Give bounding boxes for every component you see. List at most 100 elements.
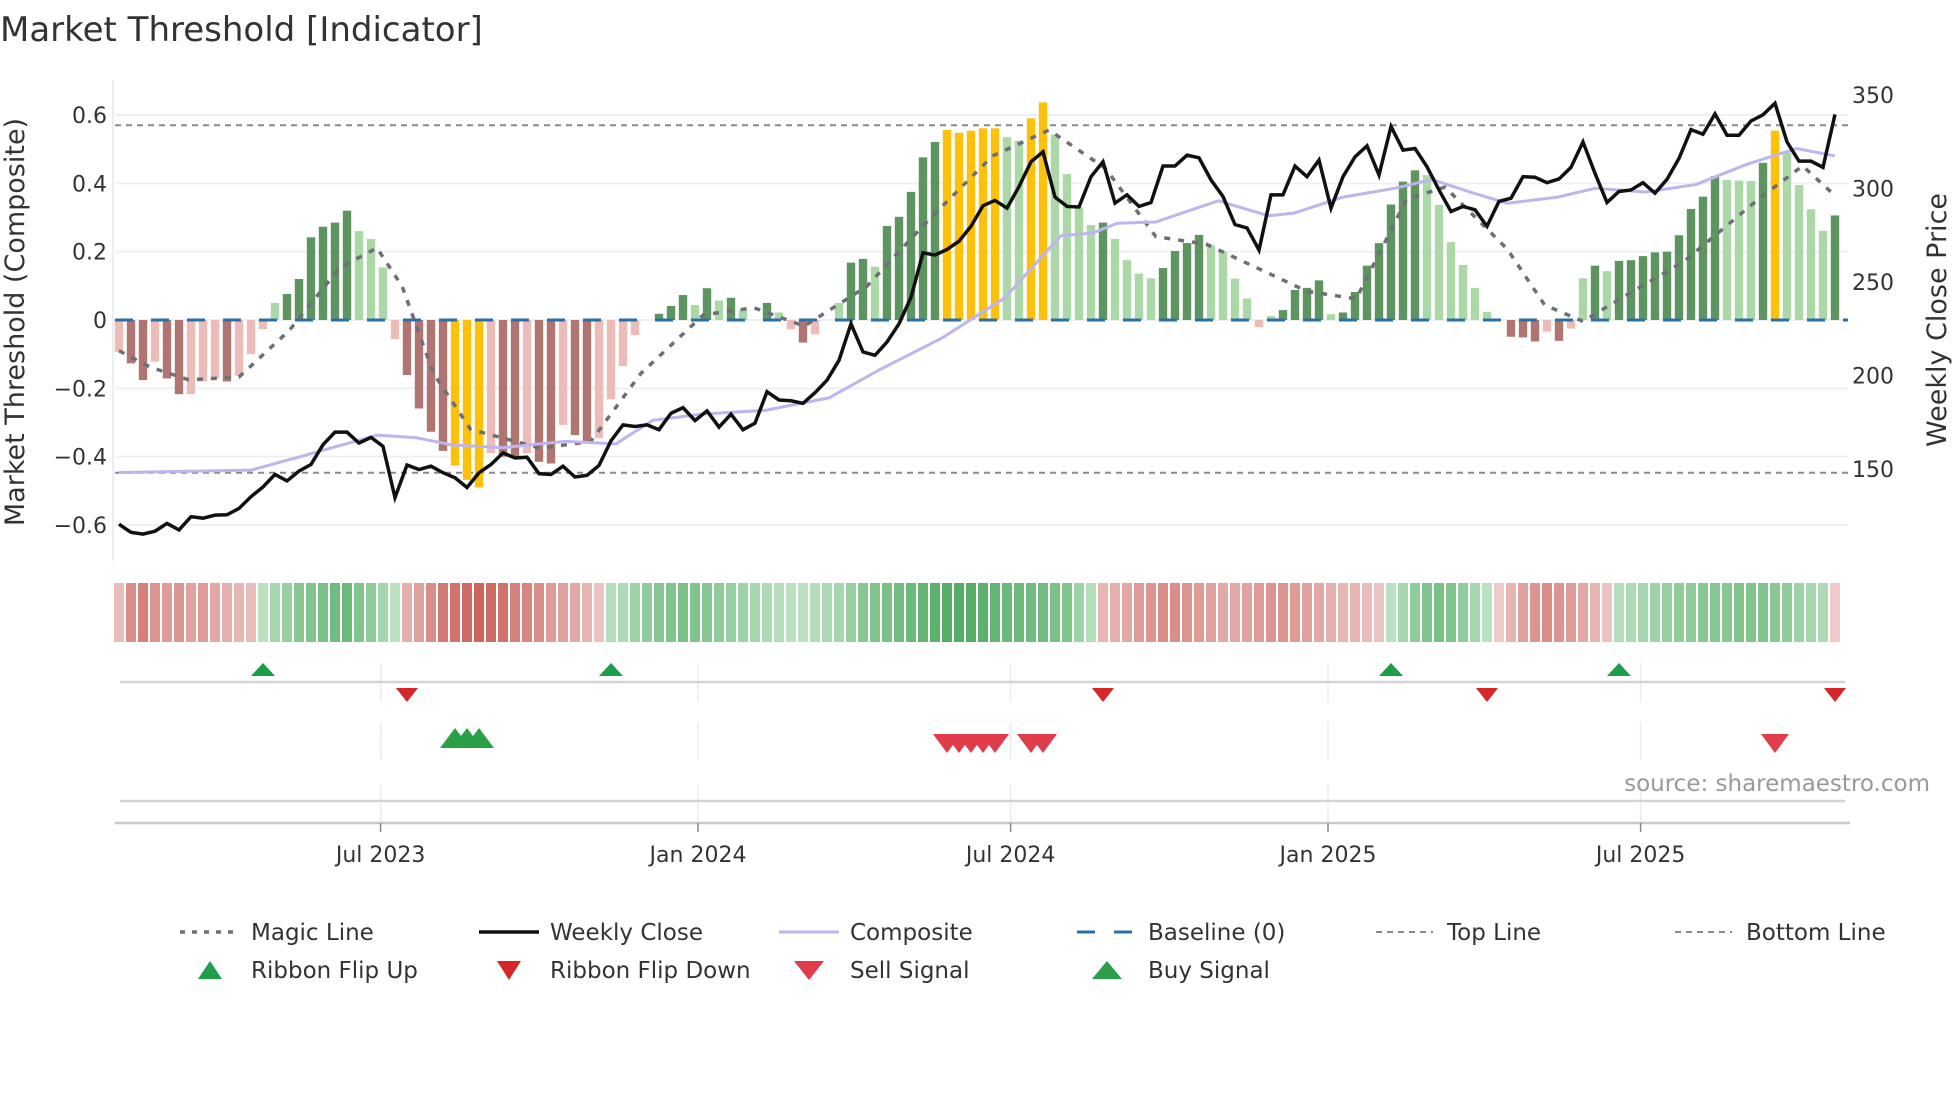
ribbon-cell [222,583,232,642]
composite-bar [1554,320,1564,341]
legend-label: Weekly Close [550,920,703,946]
legend-item: Ribbon Flip Down [497,958,751,984]
ribbon-cell [126,583,136,642]
ribbon-cell [1710,583,1720,642]
composite-bar [1518,320,1528,338]
ribbon-cell [198,583,208,642]
ribbon-cell [282,583,292,642]
ribbon-cell [978,583,988,642]
ribbon-cell [1110,583,1120,642]
composite-bar [570,320,580,436]
ribbon-cell [1074,583,1084,642]
legend: Magic Line Weekly Close Composite Baseline … [180,920,1886,984]
composite-bar [282,294,292,320]
x-axis-ticks: Jul 2023 Jan 2024 Jul 2024 Jan 2025 Jul 2025 [334,823,1685,868]
ribbon-flip-down-marker [1476,688,1498,702]
ribbon-cell [354,583,364,642]
ribbon-cell [990,583,1000,642]
composite-bar [498,320,508,457]
composite-bars [114,102,1840,488]
ribbon-cell [426,583,436,642]
ribbon-cell [1602,583,1612,642]
ribbon-cell [654,583,664,642]
right-tick-label: 300 [1852,177,1894,202]
ribbon-cell [1338,583,1348,642]
ribbon-cell [1098,583,1108,642]
legend-swatch-flip-down [497,961,521,980]
composite-bar [1230,278,1240,320]
ribbon-cell [1254,583,1264,642]
composite-bar [1410,170,1420,320]
magic-line [118,128,1837,450]
right-tick-label: 350 [1852,84,1894,109]
legend-item: Buy Signal [1092,958,1270,984]
right-tick-label: 200 [1852,364,1894,389]
composite-bar [222,320,232,382]
ribbon-cell [642,583,652,642]
ribbon-cell [726,583,736,642]
composite-bar [1650,252,1660,320]
ribbon-cell [1194,583,1204,642]
market-threshold-chart: Market Threshold [Indicator] 0.6 0.4 0.2 0 −… [0,10,1953,984]
ribbon-cell [1230,583,1240,642]
composite-bar [1218,251,1228,320]
legend-label: Ribbon Flip Up [251,958,418,984]
ribbon-cell [1554,583,1564,642]
composite-bar [210,320,220,379]
composite-bar [1014,140,1024,320]
composite-bar [690,304,700,320]
ribbon-cell [522,583,532,642]
ribbon-cell [762,583,772,642]
ribbon-cell [1134,583,1144,642]
ribbon-cell [606,583,616,642]
composite-bar [990,128,1000,320]
x-tick-label: Jul 2023 [334,843,426,868]
composite-bar [1602,271,1612,320]
composite-bar [174,320,184,395]
composite-bar [1086,225,1096,320]
composite-bar [486,320,496,454]
composite-bar [522,320,532,454]
composite-bar [510,320,520,457]
legend-swatch-sell [794,961,824,980]
ribbon-cell [474,583,484,642]
composite-bar [954,132,964,320]
ribbon-cell [402,583,412,642]
x-tick-label: Jul 2024 [964,843,1056,868]
legend-item: Composite [779,920,973,946]
ribbon-cell [1782,583,1792,642]
ribbon-cell [1158,583,1168,642]
ribbon-cell [414,583,424,642]
composite-bar [186,320,196,395]
composite-bar [1062,174,1072,320]
ribbon-cell [1542,583,1552,642]
right-tick-label: 150 [1852,458,1894,483]
composite-bar [714,300,724,320]
ribbon-cell [258,583,268,642]
composite-bar [798,320,808,343]
ribbon-cell [1206,583,1216,642]
ribbon-cell [1266,583,1276,642]
ribbon-cell [234,583,244,642]
ribbon-cell [738,583,748,642]
composite-bar [438,320,448,451]
x-tick-label: Jan 2024 [648,843,747,868]
legend-item: Baseline (0) [1077,920,1285,946]
ribbon-cell [1458,583,1468,642]
composite-bar [1674,235,1684,320]
legend-label: Top Line [1446,920,1541,946]
composite-bar [846,262,856,320]
composite-bar [1722,179,1732,320]
ribbon-cell [390,583,400,642]
ribbon-cell [186,583,196,642]
ribbon-cell [1758,583,1768,642]
ribbon-cell [678,583,688,642]
ribbon-cell [1374,583,1384,642]
ribbon-cell [1806,583,1816,642]
ribbon-cell [1038,583,1048,642]
composite-bar [1158,268,1168,320]
left-tick-label: −0.2 [54,377,107,402]
ribbon-cell [462,583,472,642]
ribbon-cell [1050,583,1060,642]
composite-bar [246,320,256,355]
